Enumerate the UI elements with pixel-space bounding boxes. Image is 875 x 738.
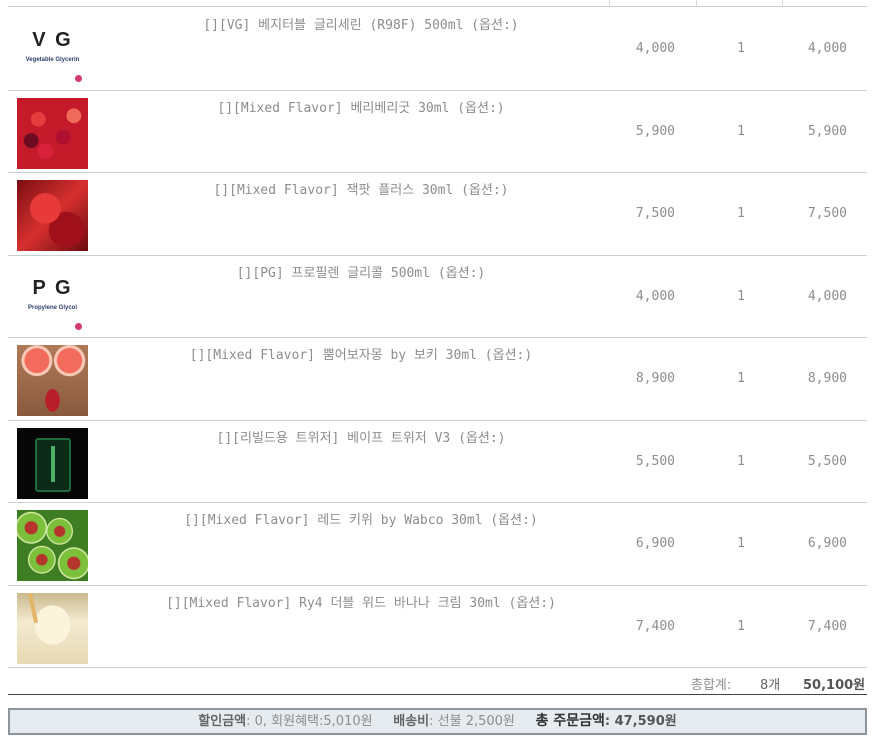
unit-price: 5,900 <box>635 123 675 139</box>
product-name-link[interactable]: [][Mixed Flavor] 베리베리굿 30ml (옵션:) <box>96 97 626 116</box>
line-amount: 8,900 <box>807 371 847 386</box>
quantity: 1 <box>737 618 745 634</box>
quantity: 1 <box>737 288 745 304</box>
unit-price: 4,000 <box>635 288 675 304</box>
thumbnail-logo-subtext: Vegetable Glycerin <box>25 57 80 63</box>
product-name-link[interactable]: [][Mixed Flavor] 잭팟 플러스 30ml (옵션:) <box>96 179 626 198</box>
quantity: 1 <box>737 206 745 221</box>
thumbnail-logo-text: V G <box>32 29 73 51</box>
cart-item-list: V G Vegetable Glycerin [][VG] 베지터블 글리세린 … <box>8 8 867 668</box>
table-row: [][Mixed Flavor] 레드 키위 by Wabco 30ml (옵션… <box>8 503 867 586</box>
table-row: [][Mixed Flavor] 잭팟 플러스 30ml (옵션:) 7,500… <box>8 173 867 256</box>
table-row: V G Vegetable Glycerin [][VG] 베지터블 글리세린 … <box>8 8 867 91</box>
shipping-label: 배송비 <box>393 714 430 729</box>
product-thumbnail[interactable] <box>17 345 88 416</box>
unit-price: 8,900 <box>635 371 675 386</box>
product-thumbnail[interactable] <box>17 427 88 499</box>
product-thumbnail[interactable] <box>17 97 88 169</box>
line-amount: 4,000 <box>807 41 847 56</box>
column-divider <box>696 0 697 6</box>
quantity: 1 <box>737 536 745 551</box>
straw-shape <box>27 592 39 623</box>
table-row: [][Mixed Flavor] 뿜어보자몽 by 보키 30ml (옵션:) … <box>8 338 867 421</box>
line-amount: 5,900 <box>807 123 847 139</box>
total-label: 총합계: <box>691 678 732 693</box>
product-thumbnail[interactable] <box>17 180 88 251</box>
quantity: 1 <box>737 123 745 139</box>
line-amount: 4,000 <box>807 288 847 304</box>
unit-price: 7,400 <box>635 618 675 634</box>
discount-value: : 0, 회원혜택:5,010원 <box>246 714 373 729</box>
table-row: P G Propylene Glycol [][PG] 프로필렌 글리콜 500… <box>8 256 867 338</box>
grand-total-label: 총 주문금액 <box>535 713 605 729</box>
product-name-link[interactable]: [][PG] 프로필렌 글리콜 500ml (옵션:) <box>96 262 626 281</box>
product-name-link[interactable]: [][VG] 베지터블 글리세린 (R98F) 500ml (옵션:) <box>96 14 626 33</box>
grand-total-value: : 47,590원 <box>604 714 677 729</box>
line-amount: 7,400 <box>807 618 847 634</box>
total-item-count: 8개 <box>760 678 781 693</box>
unit-price: 7,500 <box>635 206 675 221</box>
line-amount: 6,900 <box>807 536 847 551</box>
quantity: 1 <box>737 453 745 469</box>
order-summary-bar: 할인금액: 0, 회원혜택:5,010원 배송비: 선불 2,500원 총 주문… <box>8 708 867 735</box>
product-name-link[interactable]: [][Mixed Flavor] 레드 키위 by Wabco 30ml (옵션… <box>96 509 626 528</box>
table-row: [][리빌드용 트위저] 베이프 트위저 V3 (옵션:) 5,500 1 5,… <box>8 421 867 503</box>
thumbnail-logo-subtext: Propylene Glycol <box>27 304 78 311</box>
quantity: 1 <box>737 41 745 56</box>
unit-price: 5,500 <box>635 453 675 469</box>
product-thumbnail[interactable] <box>17 510 88 581</box>
logo-dot-icon <box>75 75 82 82</box>
unit-price: 4,000 <box>635 41 675 56</box>
line-amount: 7,500 <box>807 206 847 221</box>
shipping-value: : 선불 2,500원 <box>429 714 515 729</box>
table-row: [][Mixed Flavor] Ry4 더블 위드 바나나 크림 30ml (… <box>8 586 867 668</box>
unit-price: 6,900 <box>635 536 675 551</box>
product-name-link[interactable]: [][Mixed Flavor] 뿜어보자몽 by 보키 30ml (옵션:) <box>96 344 626 363</box>
product-name-link[interactable]: [][Mixed Flavor] Ry4 더블 위드 바나나 크림 30ml (… <box>96 592 626 611</box>
thumbnail-logo-text: P G <box>32 276 73 299</box>
product-thumbnail[interactable]: V G Vegetable Glycerin <box>17 15 88 86</box>
tweezer-shape <box>51 445 55 482</box>
product-thumbnail[interactable] <box>17 592 88 664</box>
cart-total-row: 총합계: 8개 50,100원 <box>8 668 867 695</box>
column-divider <box>782 0 783 6</box>
table-row: [][Mixed Flavor] 베리베리굿 30ml (옵션:) 5,900 … <box>8 91 867 173</box>
column-divider <box>609 0 610 6</box>
logo-dot-icon <box>75 322 82 330</box>
product-thumbnail[interactable]: P G Propylene Glycol <box>17 262 88 334</box>
table-top-border <box>8 6 867 7</box>
line-amount: 5,500 <box>807 453 847 469</box>
total-sum: 50,100원 <box>803 678 866 693</box>
discount-label: 할인금액 <box>198 714 247 729</box>
product-name-link[interactable]: [][리빌드용 트위저] 베이프 트위저 V3 (옵션:) <box>96 427 626 446</box>
quantity: 1 <box>737 371 745 386</box>
